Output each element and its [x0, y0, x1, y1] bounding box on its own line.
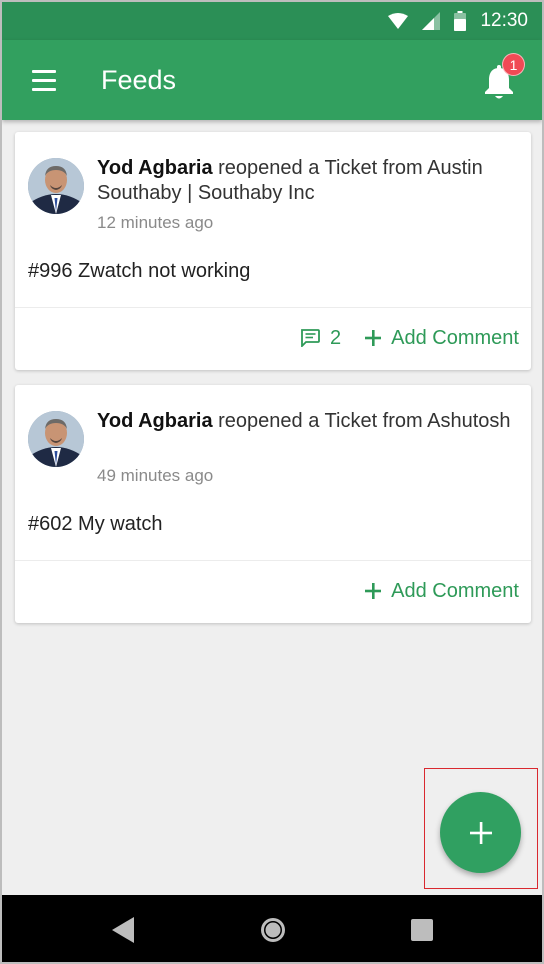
- home-icon[interactable]: [259, 916, 287, 944]
- feed-headline: Yod Agbaria reopened a Ticket from Ashut…: [97, 409, 517, 434]
- battery-icon: [454, 11, 467, 31]
- wifi-icon: [388, 13, 409, 29]
- page-title: Feeds: [101, 65, 177, 95]
- card-divider: [15, 307, 531, 308]
- feed-action-text: reopened a Ticket from Ashutosh: [212, 410, 511, 432]
- feed-card: Yod Agbaria reopened a Ticket from Austi…: [15, 132, 531, 370]
- status-bar: 12:30: [2, 2, 542, 40]
- add-comment-button[interactable]: Add Comment: [365, 327, 519, 350]
- navigation-bar: [2, 895, 542, 962]
- add-comment-label: Add Comment: [391, 579, 519, 602]
- add-comment-button[interactable]: Add Comment: [365, 580, 519, 603]
- avatar: [28, 158, 84, 214]
- app-bar: Feeds: [2, 40, 542, 120]
- status-icons: 12:30: [388, 2, 528, 40]
- menu-icon-line: [32, 78, 56, 82]
- add-comment-label: Add Comment: [391, 326, 519, 349]
- comment-count: 2: [330, 326, 342, 349]
- feed-timestamp: 12 minutes ago: [97, 213, 214, 232]
- status-time: 12:30: [480, 10, 528, 31]
- comment-count-button[interactable]: 2: [300, 327, 341, 350]
- plus-icon: [365, 330, 382, 346]
- feed-actor[interactable]: Yod Agbaria: [97, 157, 213, 179]
- plus-icon: [365, 583, 382, 599]
- feed-card: Yod Agbaria reopened a Ticket from Ashut…: [15, 385, 531, 623]
- signal-icon: [422, 12, 441, 30]
- screen-frame: 12:30 Feeds 1 Yod Agbaria reopened a Tic…: [0, 0, 544, 964]
- plus-icon: [469, 821, 492, 844]
- notification-badge: 1: [502, 53, 525, 76]
- add-feed-fab[interactable]: [440, 792, 521, 873]
- avatar-image: [28, 411, 84, 467]
- avatar: [28, 411, 84, 467]
- feed-headline: Yod Agbaria reopened a Ticket from Austi…: [97, 156, 517, 206]
- ticket-title[interactable]: #602 My watch: [28, 513, 163, 536]
- comment-icon: [301, 329, 320, 347]
- card-actions: Add Comment: [365, 579, 519, 603]
- recents-icon[interactable]: [411, 919, 433, 941]
- menu-icon-line: [32, 87, 56, 91]
- back-icon[interactable]: [112, 917, 136, 943]
- feed-actor[interactable]: Yod Agbaria: [97, 410, 213, 432]
- ticket-title[interactable]: #996 Zwatch not working: [28, 260, 250, 283]
- avatar-image: [28, 158, 84, 214]
- menu-button[interactable]: [22, 62, 66, 98]
- feed-timestamp: 49 minutes ago: [97, 466, 214, 485]
- card-divider: [15, 560, 531, 561]
- menu-icon-line: [32, 69, 56, 73]
- card-actions: 2 Add Comment: [300, 326, 519, 350]
